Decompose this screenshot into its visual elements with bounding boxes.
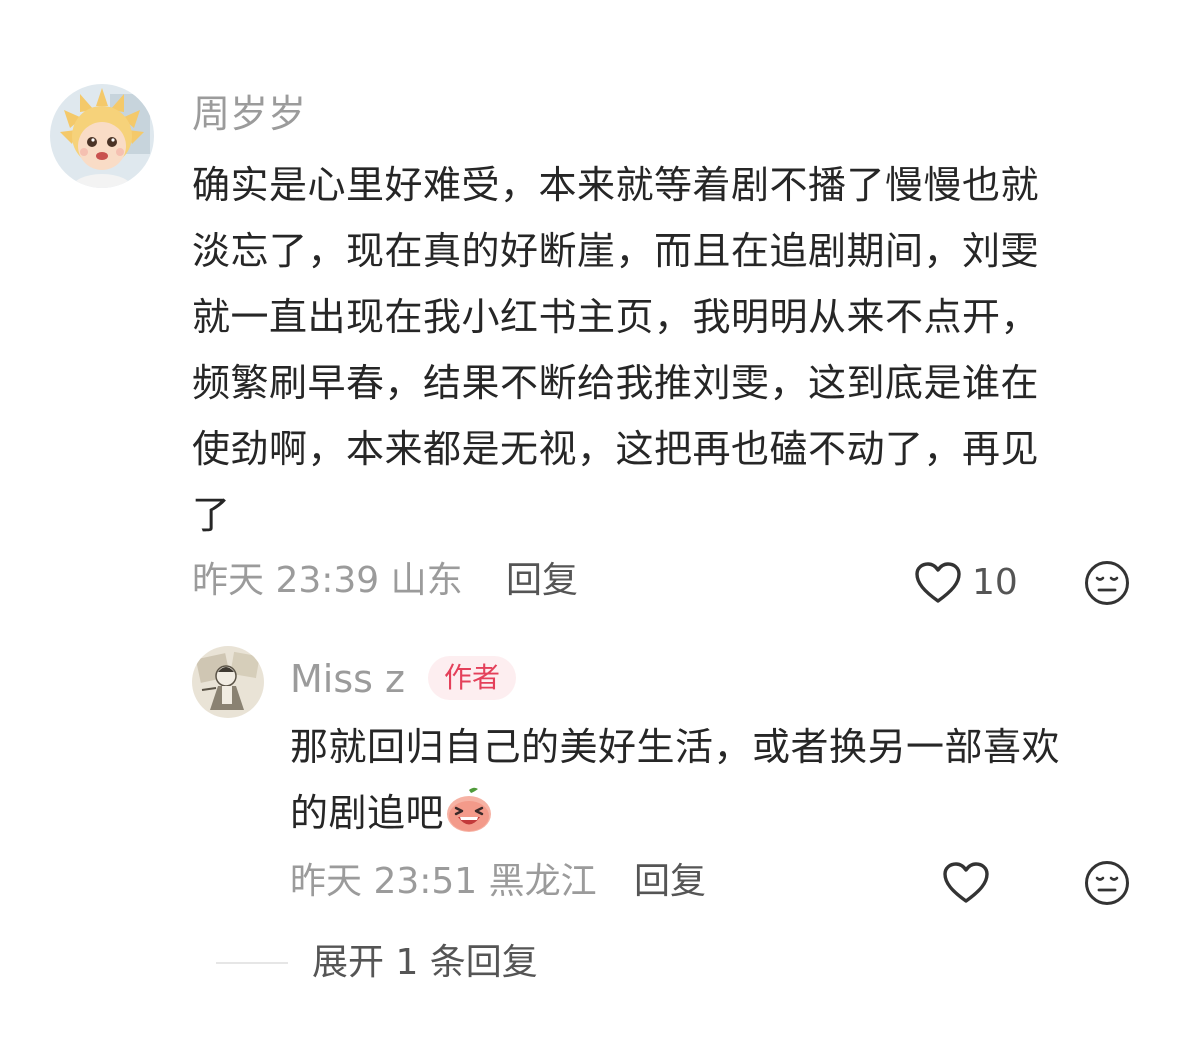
author-badge: 作者 — [428, 656, 517, 700]
comment-location: 山东 — [390, 560, 463, 601]
meh-face-icon — [1085, 861, 1129, 905]
meh-face-icon — [1085, 561, 1129, 605]
reply-text-line: 那就回归自己的美好生活，或者换另一部喜欢 — [290, 725, 1061, 769]
dislike-button[interactable] — [1084, 560, 1130, 610]
reply-username[interactable]: Miss z — [290, 655, 405, 703]
comment-text-line: 频繁刷早春，结果不断给我推刘雯，这到底是谁在 — [192, 361, 1040, 405]
heart-outline-icon — [943, 862, 989, 903]
comment-text-line: 确实是心里好难受，本来就等着剧不播了慢慢也就 — [192, 163, 1040, 207]
reply-dislike-button[interactable] — [1084, 860, 1130, 910]
reply-location: 黑龙江 — [488, 861, 597, 902]
comment-time: 昨天 23:39 — [192, 560, 380, 601]
comment-item: 周岁岁 确实是心里好难受，本来就等着剧不播了慢慢也就 淡忘了，现在真的好断崖，而… — [0, 0, 1179, 620]
comment-text-line: 了 — [192, 493, 231, 537]
cartoon-baby-avatar-icon — [50, 84, 154, 188]
reply-text-line: 的剧追吧 — [290, 791, 445, 835]
reply-time: 昨天 23:51 — [290, 861, 478, 902]
reply-text: 那就回归自己的美好生活，或者换另一部喜欢 的剧追吧 — [290, 714, 1150, 846]
comment-text: 确实是心里好难受，本来就等着剧不播了慢慢也就 淡忘了，现在真的好断崖，而且在追剧… — [192, 152, 1132, 548]
comment-text-line: 使劲啊，本来都是无视，这把再也磕不动了，再见 — [192, 427, 1040, 471]
laughing-peach-emoji-icon — [447, 787, 492, 832]
like-button[interactable]: 10 — [914, 559, 1018, 607]
heart-outline-icon — [915, 562, 961, 603]
reply-avatar[interactable] — [192, 646, 264, 718]
reply-button[interactable]: 回复 — [506, 557, 578, 605]
comment-text-line: 淡忘了，现在真的好断崖，而且在追剧期间，刘雯 — [192, 229, 1040, 273]
reply-reply-button[interactable]: 回复 — [634, 858, 706, 906]
comment-text-line: 就一直出现在我小红书主页，我明明从来不点开， — [192, 295, 1040, 339]
reply-meta: 昨天 23:51 黑龙江 — [290, 858, 597, 906]
expand-divider — [216, 962, 288, 964]
comment-meta: 昨天 23:39 山东 — [192, 557, 463, 605]
reply-text-line-with-emoji: 的剧追吧 — [290, 780, 1150, 846]
expand-replies-button[interactable]: 展开 1 条回复 — [312, 939, 538, 987]
sketch-figure-avatar-icon — [192, 646, 264, 718]
commenter-avatar[interactable] — [50, 84, 154, 188]
reply-like-button[interactable] — [942, 861, 990, 905]
like-count: 10 — [972, 562, 1018, 603]
commenter-username[interactable]: 周岁岁 — [192, 90, 306, 138]
reply-item: Miss z 作者 那就回归自己的美好生活，或者换另一部喜欢 的剧追吧 昨天 2… — [0, 620, 1179, 920]
